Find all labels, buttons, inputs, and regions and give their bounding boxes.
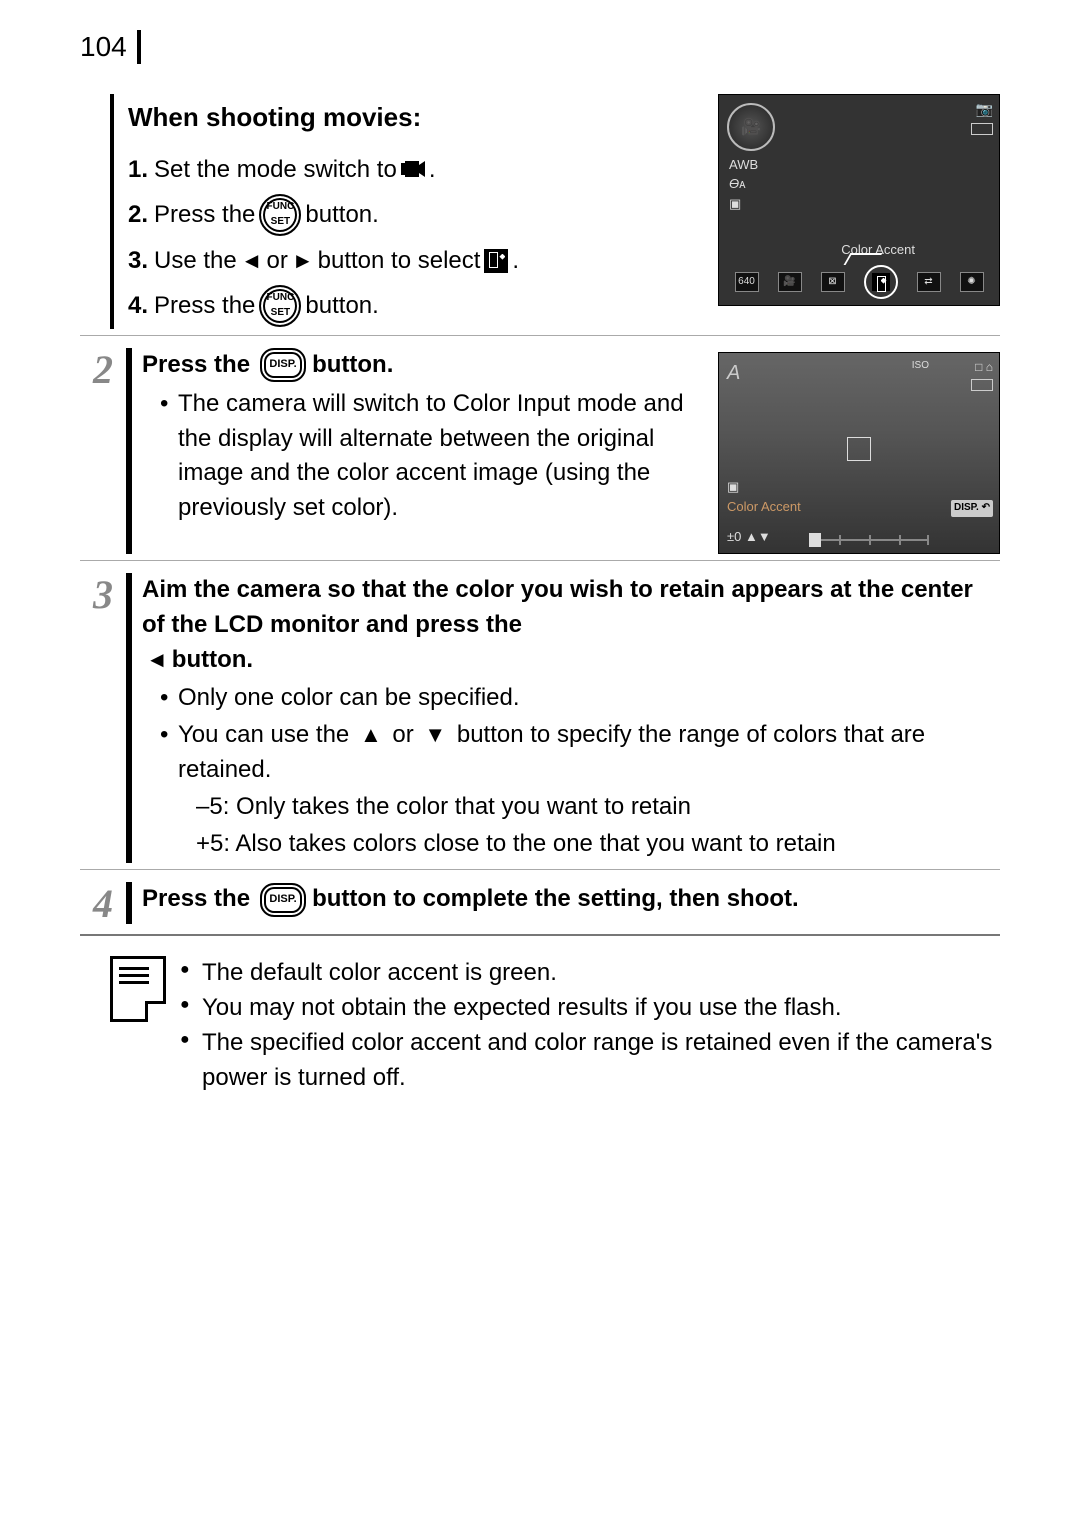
- accent-icon-small: ▣: [727, 478, 739, 497]
- divider: [80, 335, 1000, 336]
- movie-compact-icon: ⊠: [821, 272, 845, 292]
- step-number: 2: [80, 348, 126, 390]
- func-set-button-icon: [259, 194, 301, 236]
- step-4-content: Press the button to complete the setting…: [142, 882, 1000, 917]
- step-3: 3 Aim the camera so that the color you w…: [80, 573, 1000, 863]
- top-right-icons: □ ⌂: [975, 359, 993, 376]
- battery-icon: [971, 379, 993, 391]
- step-bar: [126, 882, 132, 924]
- movies-text: When shooting movies: 1. Set the mode sw…: [128, 94, 698, 329]
- range-examples: –5: Only takes the color that you want t…: [196, 790, 1000, 862]
- center-target: [847, 437, 871, 461]
- movie-mode-icon: [401, 159, 425, 179]
- note-icon: [110, 956, 166, 1022]
- note-1: The default color accent is green.: [180, 956, 1000, 991]
- battery-icon: [971, 123, 993, 135]
- left-arrow-icon: ◄: [241, 240, 263, 282]
- disp-button-icon: [260, 348, 306, 382]
- disp-badge: DISP. ↶: [951, 500, 993, 517]
- movies-step-3: 3. Use the ◄ or ► button to select .: [128, 238, 698, 284]
- movies-section: When shooting movies: 1. Set the mode sw…: [80, 94, 1000, 329]
- movies-step-2: 2. Press the button.: [128, 192, 698, 238]
- iso-icon: ISO: [912, 359, 929, 374]
- color-accent-mode-icon: [484, 249, 508, 273]
- camera-screen-1: 📷 🎥 AWB ϴᴀ ▣ Color Accent 640 🎥 ⊠ ⇄ ✺: [718, 94, 1000, 306]
- step-2-bullet-1: The camera will switch to Color Input mo…: [160, 387, 698, 526]
- camera-icon: 📷: [976, 101, 993, 118]
- mode-bottom-row: 640 🎥 ⊠ ⇄ ✺: [719, 265, 999, 299]
- step-bar: [126, 573, 132, 863]
- up-arrow-icon: ▲: [360, 722, 382, 747]
- note-3: The specified color accent and color ran…: [180, 1026, 1000, 1096]
- disp-button-icon: [260, 883, 306, 917]
- step-4: 4 Press the button to complete the setti…: [80, 882, 1000, 924]
- func-set-button-icon: [259, 285, 301, 327]
- divider: [80, 560, 1000, 561]
- selected-mode-ring: [864, 265, 898, 299]
- step-3-bullet-1: Only one color can be specified.: [160, 681, 1000, 716]
- movies-step-1: 1. Set the mode switch to .: [128, 147, 698, 193]
- color-slider: ◄: [809, 533, 929, 547]
- movies-step-4: 4. Press the button.: [128, 283, 698, 329]
- range-pos5: +5: Also takes colors close to the one t…: [196, 827, 1000, 862]
- slider-pointer: ◄: [809, 533, 821, 547]
- pointer-line: [844, 253, 883, 265]
- note-list: The default color accent is green. You m…: [180, 956, 1000, 1095]
- range-value: ±0 ▲▼: [727, 528, 771, 547]
- note-2: You may not obtain the expected results …: [180, 991, 1000, 1026]
- left-arrow-icon: ◄: [146, 644, 168, 676]
- down-arrow-icon: ▼: [424, 722, 446, 747]
- step-number: 4: [80, 882, 126, 924]
- side-menu-icons: AWB ϴᴀ ▣: [729, 155, 758, 214]
- step-3-bullet-2: You can use the ▲ or ▼ button to specify…: [160, 718, 1000, 861]
- step-2-content: Press the button. The camera will switch…: [142, 348, 1000, 554]
- mode-dial-icon: 🎥: [727, 103, 775, 151]
- divider: [80, 869, 1000, 870]
- divider-heavy: [80, 934, 1000, 936]
- step-2: 2 Press the button. The camera will swit…: [80, 348, 1000, 554]
- manual-page: 104 When shooting movies: 1. Set the mod…: [0, 0, 1080, 1156]
- step-3-bullets: Only one color can be specified. You can…: [160, 681, 1000, 861]
- mode-letter: A: [727, 359, 740, 388]
- page-number: 104: [80, 30, 137, 64]
- movie-std-icon: 🎥: [778, 272, 802, 292]
- movies-heading: When shooting movies:: [128, 102, 698, 133]
- right-arrow-icon: ►: [292, 240, 314, 282]
- step-bar: [126, 348, 132, 554]
- header-bar: [137, 30, 141, 64]
- step-4-title: Press the button to complete the setting…: [142, 882, 1000, 917]
- mode-label: Color Accent: [727, 498, 801, 517]
- step-2-bullets: The camera will switch to Color Input mo…: [160, 387, 698, 526]
- step-3-content: Aim the camera so that the color you wis…: [142, 573, 1000, 863]
- swap-icon: ⇄: [917, 272, 941, 292]
- camera-screen-2: A □ ⌂ ISO ▣ Color Accent DISP. ↶ ±0 ▲▼ ◄: [718, 352, 1000, 554]
- res-icon: 640: [735, 272, 759, 292]
- step-number: 3: [80, 573, 126, 615]
- note-box: The default color accent is green. You m…: [80, 956, 1000, 1095]
- movies-steps: 1. Set the mode switch to . 2. Press the…: [128, 147, 698, 329]
- range-neg5: –5: Only takes the color that you want t…: [196, 790, 1000, 825]
- step-3-title: Aim the camera so that the color you wis…: [142, 573, 1000, 677]
- step-2-title: Press the button.: [142, 348, 698, 383]
- fireworks-icon: ✺: [960, 272, 984, 292]
- page-number-row: 104: [80, 30, 1000, 64]
